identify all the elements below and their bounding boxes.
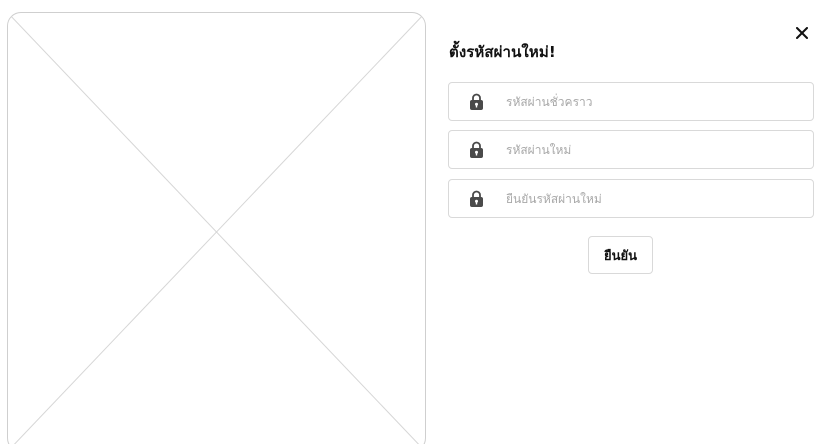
reset-password-dialog: ตั้งรหัสผ่านใหม่! ยืนยัน [0,0,831,444]
dialog-title: ตั้งรหัสผ่านใหม่! [449,43,556,61]
close-button[interactable] [793,24,811,42]
confirm-new-password-field[interactable] [448,179,814,218]
new-password-field[interactable] [448,130,814,169]
lock-icon [469,93,484,110]
temporary-password-field[interactable] [448,82,814,121]
close-icon [796,27,808,39]
placeholder-cross-icon [8,13,425,444]
new-password-input[interactable] [506,131,796,168]
image-placeholder [7,12,426,444]
lock-icon [469,190,484,207]
temporary-password-input[interactable] [506,83,796,120]
lock-icon [469,141,484,158]
confirm-button[interactable]: ยืนยัน [588,236,653,274]
confirm-new-password-input[interactable] [506,180,796,217]
